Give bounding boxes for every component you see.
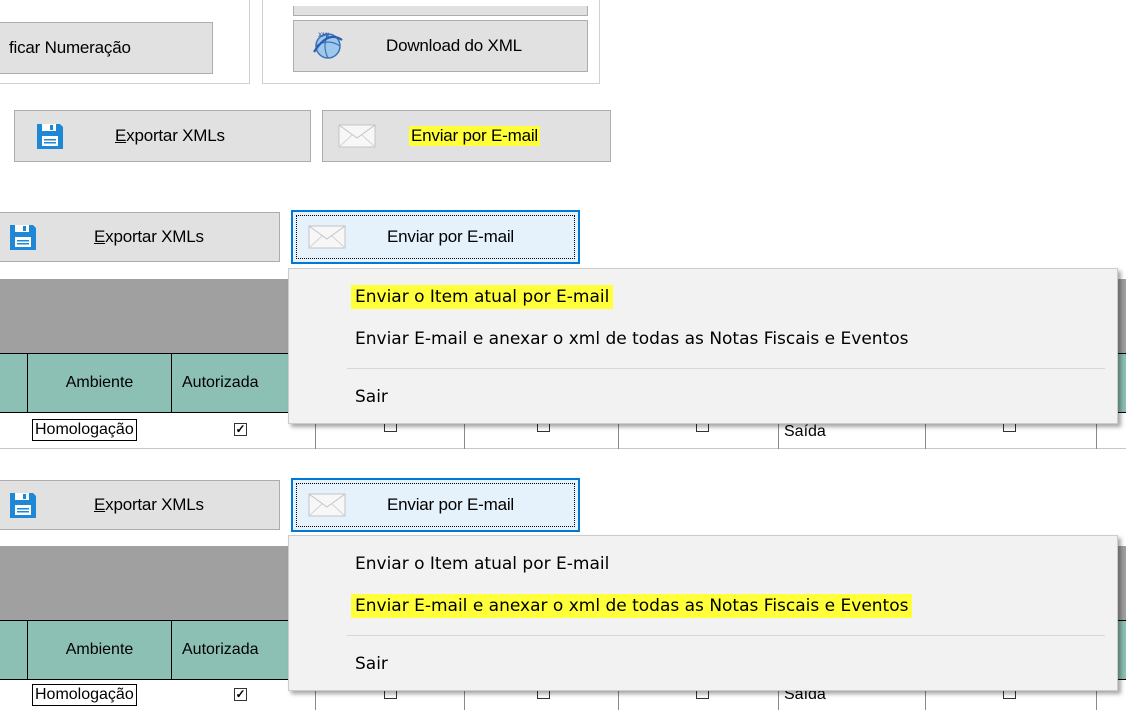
menu-item-send-current[interactable]: Enviar o Item atual por E-mail [289, 544, 1117, 584]
envelope-icon [307, 223, 347, 251]
export-xmls-mnemonic: E [94, 227, 106, 246]
header-gutter [0, 621, 28, 679]
export-xmls-button[interactable]: Exportar XMLs [14, 110, 311, 162]
cell-ambiente[interactable]: Homologação [32, 684, 137, 706]
send-email-button-2[interactable]: Enviar por E-mail [291, 210, 580, 264]
menu-item-exit-label: Sair [355, 654, 388, 674]
column-header-ambiente[interactable]: Ambiente [28, 621, 172, 679]
send-email-dropdown-menu: Enviar o Item atual por E-mail Enviar E-… [288, 268, 1118, 424]
floppy-disk-icon [35, 121, 65, 151]
menu-item-exit[interactable]: Sair [289, 644, 1117, 684]
verify-numbering-button[interactable]: ficar Numeração [0, 22, 213, 74]
cell-ambiente[interactable]: Homologação [32, 419, 137, 441]
download-xml-label: Download do XML [386, 36, 522, 55]
send-email-button[interactable]: Enviar por E-mail [322, 110, 611, 162]
menu-item-send-all[interactable]: Enviar E-mail e anexar o xml de todas as… [289, 319, 1117, 359]
menu-item-send-all[interactable]: Enviar E-mail e anexar o xml de todas as… [289, 586, 1117, 626]
export-xmls-text: xportar XMLs [105, 227, 204, 246]
svg-text:XML: XML [318, 32, 331, 39]
export-xmls-label: Exportar XMLs [94, 227, 204, 247]
menu-item-exit[interactable]: Sair [289, 377, 1117, 417]
export-xmls-button-2[interactable]: Exportar XMLs [0, 212, 280, 262]
menu-item-exit-label: Sair [355, 387, 388, 407]
download-xml-top-sliver [293, 6, 588, 16]
send-email-dropdown-menu: Enviar o Item atual por E-mail Enviar E-… [288, 535, 1118, 691]
send-email-button-3[interactable]: Enviar por E-mail [291, 478, 580, 532]
menu-item-send-all-label: Enviar E-mail e anexar o xml de todas as… [355, 329, 909, 349]
checkbox-autorizada[interactable]: ✓ [234, 688, 247, 701]
verify-numbering-label: ficar Numeração [9, 38, 131, 57]
envelope-icon [337, 122, 377, 150]
export-xmls-label: Exportar XMLs [115, 126, 225, 146]
export-xmls-button-3[interactable]: Exportar XMLs [0, 480, 280, 530]
menu-separator [347, 635, 1105, 636]
cell-tipo[interactable]: Saída [784, 423, 826, 441]
send-email-label: Enviar por E-mail [387, 227, 514, 246]
menu-item-send-current[interactable]: Enviar o Item atual por E-mail [289, 277, 1117, 317]
floppy-disk-icon [8, 222, 38, 252]
export-xmls-label: Exportar XMLs [94, 495, 204, 515]
menu-separator [347, 368, 1105, 369]
envelope-icon [307, 491, 347, 519]
menu-item-send-all-label: Enviar E-mail e anexar o xml de todas as… [351, 594, 913, 618]
send-email-label: Enviar por E-mail [387, 495, 514, 514]
floppy-disk-icon [8, 490, 38, 520]
export-xmls-text: xportar XMLs [105, 495, 204, 514]
menu-item-send-current-label: Enviar o Item atual por E-mail [351, 285, 614, 309]
header-gutter [0, 354, 28, 412]
send-email-label: Enviar por E-mail [409, 126, 540, 146]
menu-item-send-current-label: Enviar o Item atual por E-mail [355, 554, 610, 574]
export-xmls-mnemonic: E [94, 495, 106, 514]
column-header-ambiente[interactable]: Ambiente [28, 354, 172, 412]
download-xml-icon: XML [310, 28, 346, 64]
export-xmls-mnemonic: E [115, 126, 127, 145]
checkbox-autorizada[interactable]: ✓ [234, 423, 247, 436]
download-xml-button[interactable]: XML Download do XML [293, 20, 588, 72]
export-xmls-text: xportar XMLs [126, 126, 225, 145]
